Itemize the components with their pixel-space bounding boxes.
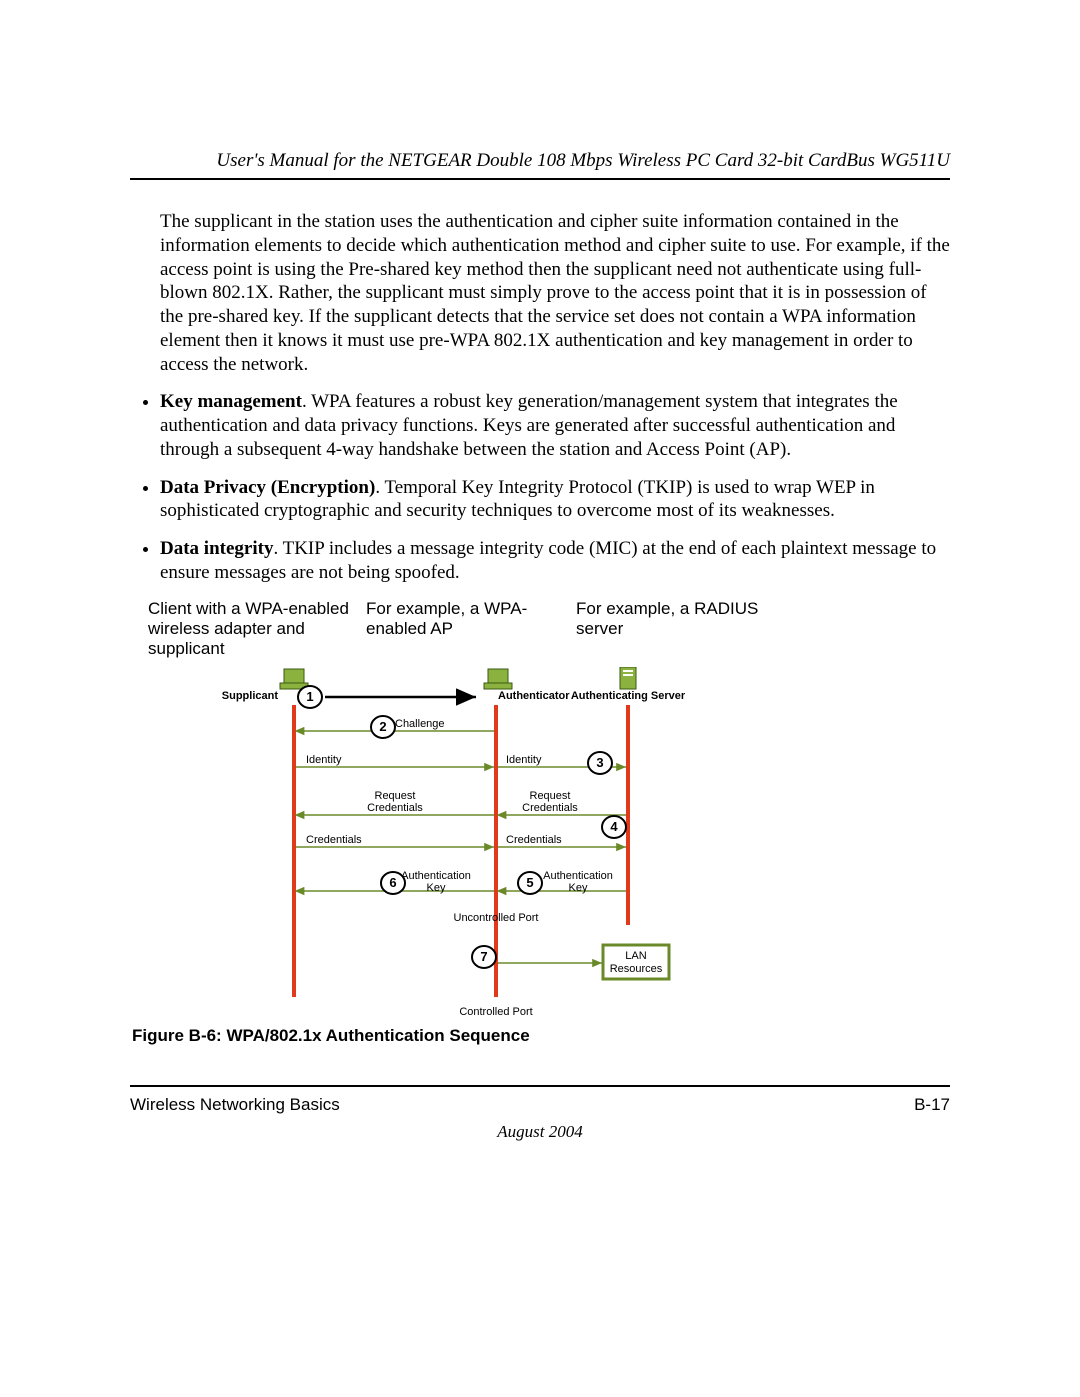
footer-left: Wireless Networking Basics [130, 1095, 340, 1115]
step-bubble-2: 2 [371, 716, 395, 738]
svg-text:5: 5 [526, 875, 533, 890]
svg-text:1: 1 [306, 689, 313, 704]
label-controlled-port: Controlled Port [459, 1006, 532, 1018]
label-cred-r: Credentials [506, 834, 562, 846]
label-reqcred-l1: Request [375, 790, 416, 802]
svg-text:LAN: LAN [625, 950, 646, 962]
label-reqcred-r2: Credentials [522, 802, 578, 814]
label-reqcred-r1: Request [530, 790, 571, 802]
bullet-data-privacy: Data Privacy (Encryption). Temporal Key … [160, 476, 950, 524]
svg-text:Resources: Resources [610, 963, 663, 975]
bullet-title: Key management [160, 391, 302, 412]
actor-label-authserver: Authenticating Server [571, 690, 686, 702]
label-identity-r: Identity [506, 754, 542, 766]
authserver-device-icon [620, 667, 636, 689]
actor-label-supplicant: Supplicant [222, 690, 279, 702]
footer-page-number: B-17 [914, 1095, 950, 1115]
figure-label-supplicant: Client with a WPA-enabled wireless adapt… [148, 599, 366, 659]
figure-label-ap: For example, a WPA-enabled AP [366, 599, 576, 659]
label-authkey-l2: Key [427, 882, 446, 894]
step-bubble-6: 6 [381, 872, 405, 894]
bullet-text: . TKIP includes a message integrity code… [160, 538, 936, 583]
body-text: The supplicant in the station uses the a… [130, 210, 950, 585]
bullet-title: Data Privacy (Encryption) [160, 477, 375, 498]
step-bubble-4: 4 [602, 816, 626, 838]
svg-text:7: 7 [480, 949, 487, 964]
authenticator-device-icon [484, 669, 512, 689]
label-reqcred-l2: Credentials [367, 802, 423, 814]
figure-label-radius: For example, a RADIUS server [576, 599, 776, 659]
intro-paragraph: The supplicant in the station uses the a… [160, 210, 950, 376]
actor-label-authenticator: Authenticator [498, 690, 570, 702]
svg-text:4: 4 [610, 819, 618, 834]
label-uncontrolled-port: Uncontrolled Port [454, 912, 539, 924]
svg-text:6: 6 [389, 875, 396, 890]
label-identity-l: Identity [306, 754, 342, 766]
svg-text:3: 3 [596, 755, 603, 770]
label-cred-l: Credentials [306, 834, 362, 846]
label-challenge: Challenge [395, 718, 445, 730]
document-page: User's Manual for the NETGEAR Double 108… [0, 0, 1080, 1397]
supplicant-device-icon [280, 669, 308, 689]
figure-caption: Figure B-6: WPA/802.1x Authentication Se… [132, 1026, 950, 1046]
step-bubble-3: 3 [588, 752, 612, 774]
label-authkey-r1: Authentication [543, 870, 613, 882]
bullet-key-management: Key management. WPA features a robust ke… [160, 390, 950, 461]
step-bubble-7: 7 [472, 946, 496, 968]
svg-text:2: 2 [379, 719, 386, 734]
step-bubble-1: 1 [298, 686, 322, 708]
page-footer: Wireless Networking Basics B-17 [130, 1085, 950, 1115]
figure-diagram: Supplicant Authenticator Authenticating … [130, 667, 950, 1022]
footer-date: August 2004 [0, 1122, 1080, 1142]
bullet-title: Data integrity [160, 538, 273, 559]
label-authkey-l1: Authentication [401, 870, 471, 882]
figure-top-labels: Client with a WPA-enabled wireless adapt… [130, 599, 950, 659]
bullet-list: Key management. WPA features a robust ke… [140, 390, 950, 584]
step-bubble-5: 5 [518, 872, 542, 894]
bullet-data-integrity: Data integrity. TKIP includes a message … [160, 537, 950, 585]
label-authkey-r2: Key [569, 882, 588, 894]
lan-resources-box: LAN Resources [603, 945, 669, 979]
page-header-title: User's Manual for the NETGEAR Double 108… [130, 150, 950, 180]
